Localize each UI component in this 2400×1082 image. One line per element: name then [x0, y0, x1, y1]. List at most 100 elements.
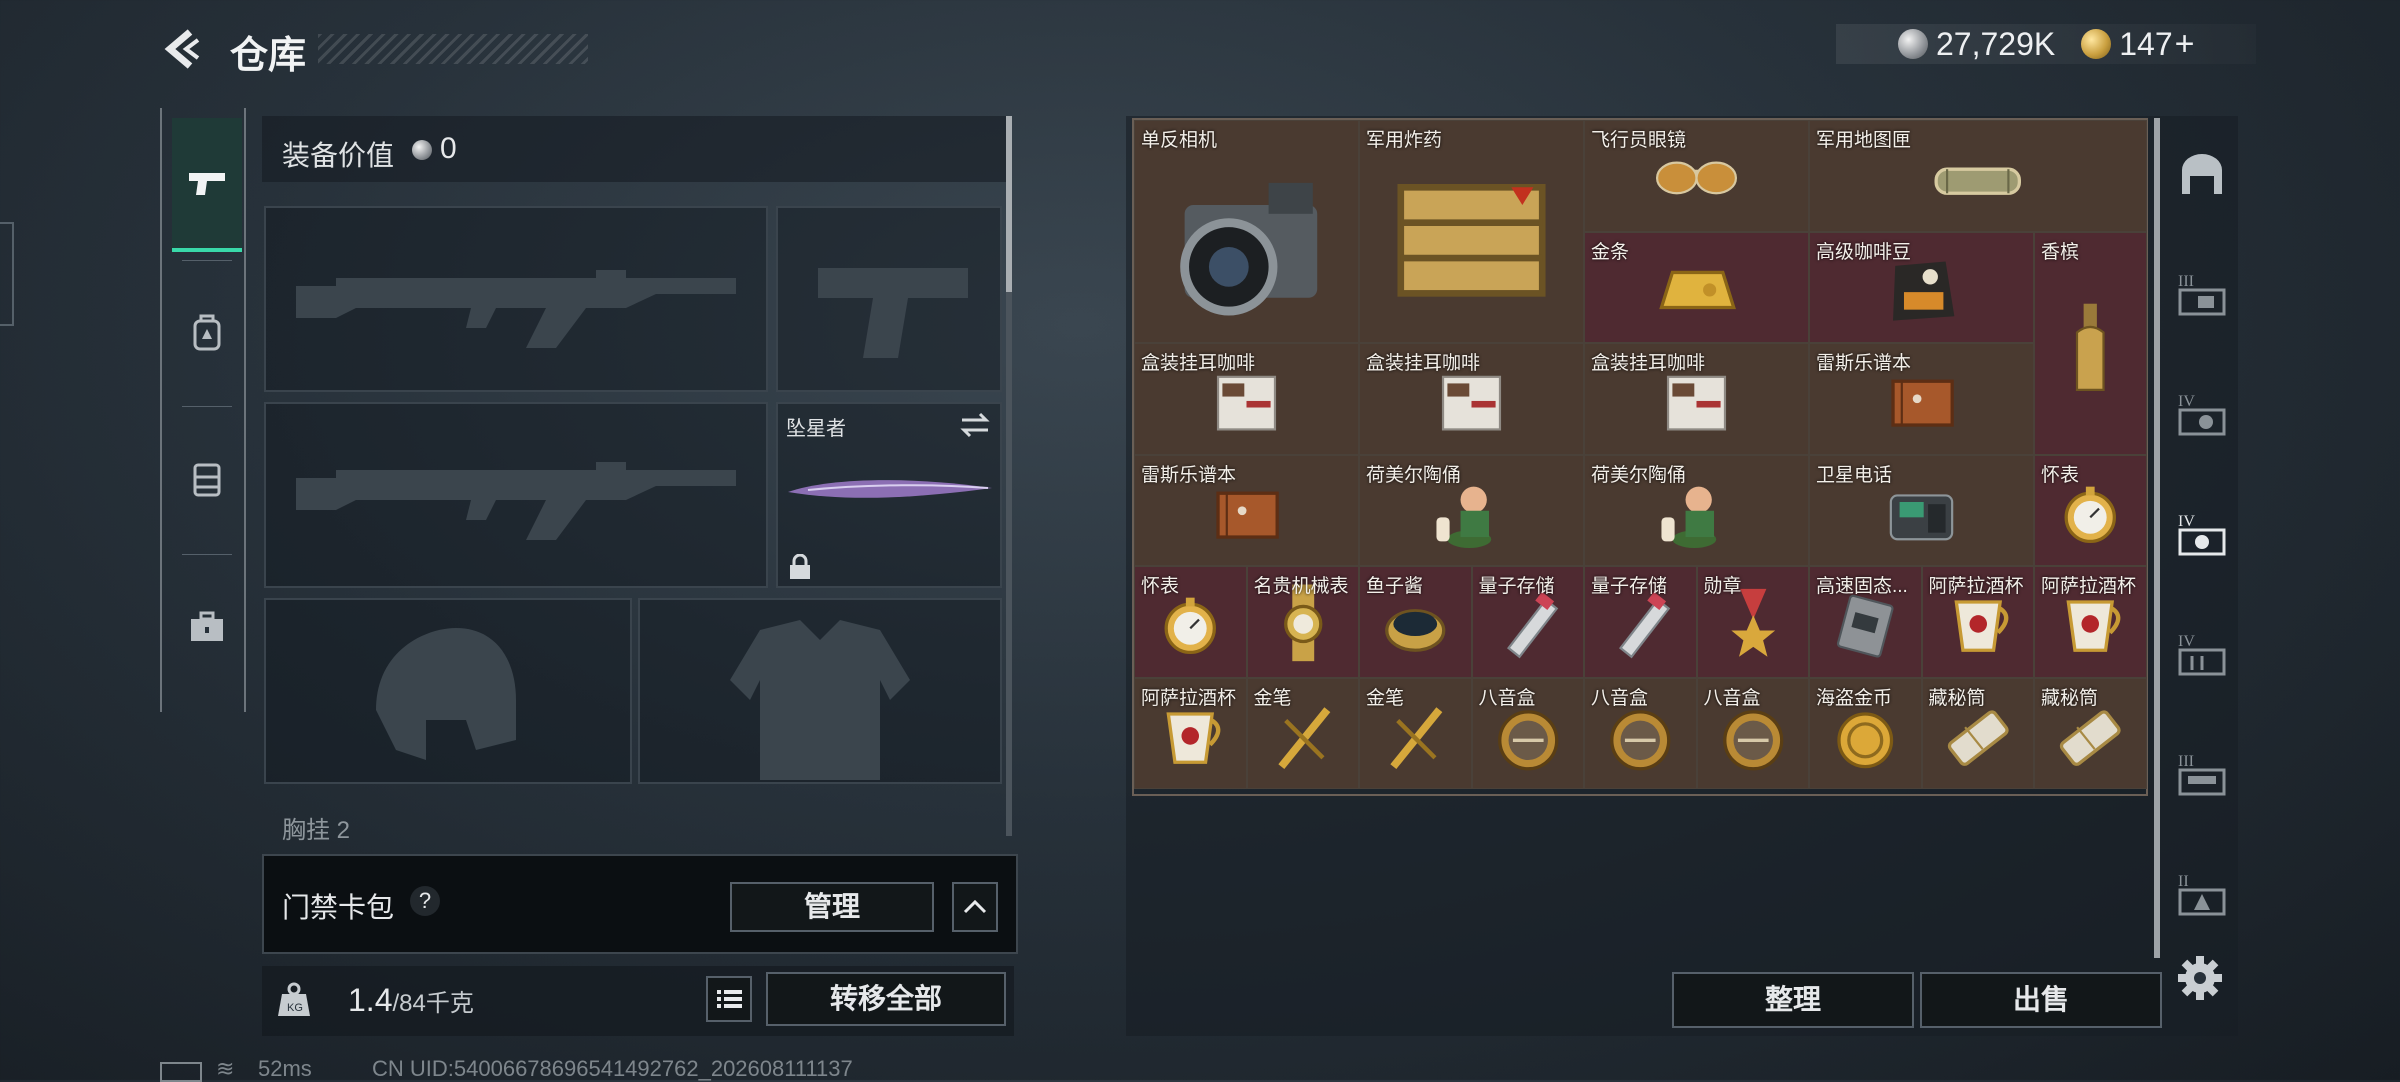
stash-item-name: 藏秘筒 — [2041, 687, 2099, 709]
knife-icon — [788, 480, 992, 498]
stash-item[interactable]: 荷美尔陶俑 — [1584, 454, 1809, 566]
back-arrow-icon[interactable] — [160, 26, 206, 72]
stash-item[interactable]: 怀表 — [2034, 454, 2147, 566]
add-currency-button[interactable]: + — [2175, 25, 2195, 64]
stash-item[interactable]: 飞行员眼镜 — [1584, 120, 1809, 232]
stash-item-name: 怀表 — [1141, 576, 1180, 597]
primary-weapon-slot[interactable] — [264, 206, 768, 392]
stash-item[interactable]: 八音盒 — [1471, 677, 1584, 789]
transfer-all-button[interactable]: 转移全部 — [766, 972, 1006, 1026]
stash-item[interactable]: 高级咖啡豆 — [1809, 231, 2034, 343]
stash-item-name: 怀表 — [2041, 464, 2080, 486]
stash-item-name: 盒装挂耳咖啡 — [1141, 353, 1256, 374]
stash-item-name: 雷斯乐谱本 — [1816, 353, 1912, 374]
secondary-weapon-slot[interactable] — [264, 402, 768, 588]
stash-item[interactable]: 雷斯乐谱本 — [1809, 343, 2034, 455]
sort-button[interactable]: 整理 — [1672, 972, 1914, 1028]
stash-item-name: 盒装挂耳咖啡 — [1366, 353, 1481, 374]
stash-item[interactable]: 海盗金币 — [1809, 677, 1922, 789]
equipment-tabs — [160, 108, 246, 712]
stash-item-name: 军用炸药 — [1366, 130, 1443, 151]
stash-item[interactable]: 勋章 — [1696, 566, 1809, 678]
melee-slot[interactable]: 坠星者 — [776, 402, 1002, 588]
equipment-value-bar: 装备价值 0 — [262, 116, 1010, 182]
manage-button[interactable]: 管理 — [730, 882, 934, 932]
armor-slot[interactable] — [638, 598, 1002, 784]
tab-stash-5[interactable]: III — [2172, 744, 2232, 804]
lock-icon — [790, 554, 810, 579]
stash-item-name: 阿萨拉酒杯 — [1141, 687, 1237, 709]
stash-item-name: 海盗金币 — [1816, 687, 1893, 709]
loadout-scrollbar[interactable] — [1006, 116, 1012, 292]
stash-item[interactable]: 藏秘筒 — [1921, 677, 2034, 789]
collapse-button[interactable] — [952, 882, 998, 932]
silver-coin-icon — [412, 140, 432, 160]
stash-item-name: 卫星电话 — [1816, 464, 1893, 486]
stash-item[interactable]: 怀表 — [1134, 566, 1247, 678]
stash-item[interactable]: 金笔 — [1246, 677, 1359, 789]
stash-item[interactable]: 卫星电话 — [1809, 454, 2034, 566]
stash-item-name: 荷美尔陶俑 — [1591, 464, 1687, 486]
battery-icon — [160, 1062, 202, 1082]
stash-item[interactable]: 高速固态... — [1809, 566, 1922, 678]
stash-item[interactable]: 阿萨拉酒杯 — [2034, 566, 2147, 678]
page-title: 仓库 — [230, 35, 307, 77]
sell-button[interactable]: 出售 — [1920, 972, 2162, 1028]
tab-toolbox[interactable] — [172, 562, 242, 692]
stash-item[interactable]: 藏秘筒 — [2034, 677, 2147, 789]
stash-item[interactable]: 盒装挂耳咖啡 — [1134, 343, 1359, 455]
stash-item[interactable]: 名贵机械表 — [1246, 566, 1359, 678]
swap-icon[interactable] — [958, 410, 992, 440]
stash-tabs: III IV IV IV III II — [2166, 116, 2236, 976]
tab-stash-4[interactable]: IV — [2172, 624, 2232, 684]
stash-item-name: 荷美尔陶俑 — [1366, 464, 1462, 486]
tab-stash-1[interactable]: III — [2172, 264, 2232, 324]
stash-item[interactable]: 荷美尔陶俑 — [1359, 454, 1584, 566]
stash-item[interactable]: 八音盒 — [1584, 677, 1697, 789]
tab-backpack[interactable] — [172, 268, 242, 398]
toolbox-icon — [191, 611, 223, 641]
stash-item[interactable]: 阿萨拉酒杯 — [1921, 566, 2034, 678]
stash-item[interactable]: 阿萨拉酒杯 — [1134, 677, 1247, 789]
list-view-button[interactable] — [706, 976, 752, 1022]
stash-item[interactable]: 盒装挂耳咖啡 — [1584, 343, 1809, 455]
edge-handle[interactable] — [0, 222, 14, 326]
weight-capacity: /84千克 — [392, 990, 474, 1017]
stash-item[interactable]: 量子存储 — [1471, 566, 1584, 678]
tab-stash-6[interactable]: II — [2172, 864, 2232, 924]
stash-item-name: 盒装挂耳咖啡 — [1591, 353, 1706, 374]
ping-value: 52ms — [258, 1056, 312, 1081]
stash-item[interactable]: 香槟 — [2034, 231, 2147, 455]
stash-item[interactable]: 单反相机 — [1134, 120, 1359, 343]
stash-item[interactable]: 八音盒 — [1696, 677, 1809, 789]
help-icon[interactable]: ? — [410, 886, 440, 916]
gold-amount: 147 — [2119, 25, 2173, 62]
tab-weapons[interactable] — [172, 118, 242, 252]
stash-item[interactable]: 鱼子酱 — [1359, 566, 1472, 678]
tab-stash-2[interactable]: IV — [2172, 384, 2232, 444]
house-tab-icon — [2182, 154, 2222, 194]
weight-current: 1.4 — [348, 982, 393, 1018]
stash-item[interactable]: 量子存储 — [1584, 566, 1697, 678]
stash-item-name: 量子存储 — [1591, 576, 1668, 597]
pistol-silhouette-icon — [818, 268, 968, 358]
helmet-slot[interactable] — [264, 598, 632, 784]
title-stripe-decoration — [318, 34, 588, 64]
gear-icon[interactable] — [2174, 952, 2226, 1004]
stash-item-name: 鱼子酱 — [1366, 576, 1424, 597]
stash-item[interactable]: 金笔 — [1359, 677, 1472, 789]
tab-stash-all[interactable] — [2172, 146, 2232, 206]
equipment-value: 0 — [440, 132, 457, 165]
tab-vest[interactable] — [172, 414, 242, 544]
stash-item[interactable]: 金条 — [1584, 231, 1809, 343]
rifle-silhouette-icon — [296, 270, 736, 348]
pistol-slot[interactable] — [776, 206, 1002, 392]
stash-scrollbar[interactable] — [2154, 118, 2160, 958]
stash-item[interactable]: 军用炸药 — [1359, 120, 1584, 343]
stash-item-name: 勋章 — [1703, 576, 1742, 597]
stash-item[interactable]: 雷斯乐谱本 — [1134, 454, 1359, 566]
tab-stash-3[interactable]: IV — [2172, 504, 2232, 564]
rifle-silhouette-icon — [296, 462, 736, 540]
stash-item[interactable]: 盒装挂耳咖啡 — [1359, 343, 1584, 455]
stash-item[interactable]: 军用地图匣 — [1809, 120, 2147, 232]
